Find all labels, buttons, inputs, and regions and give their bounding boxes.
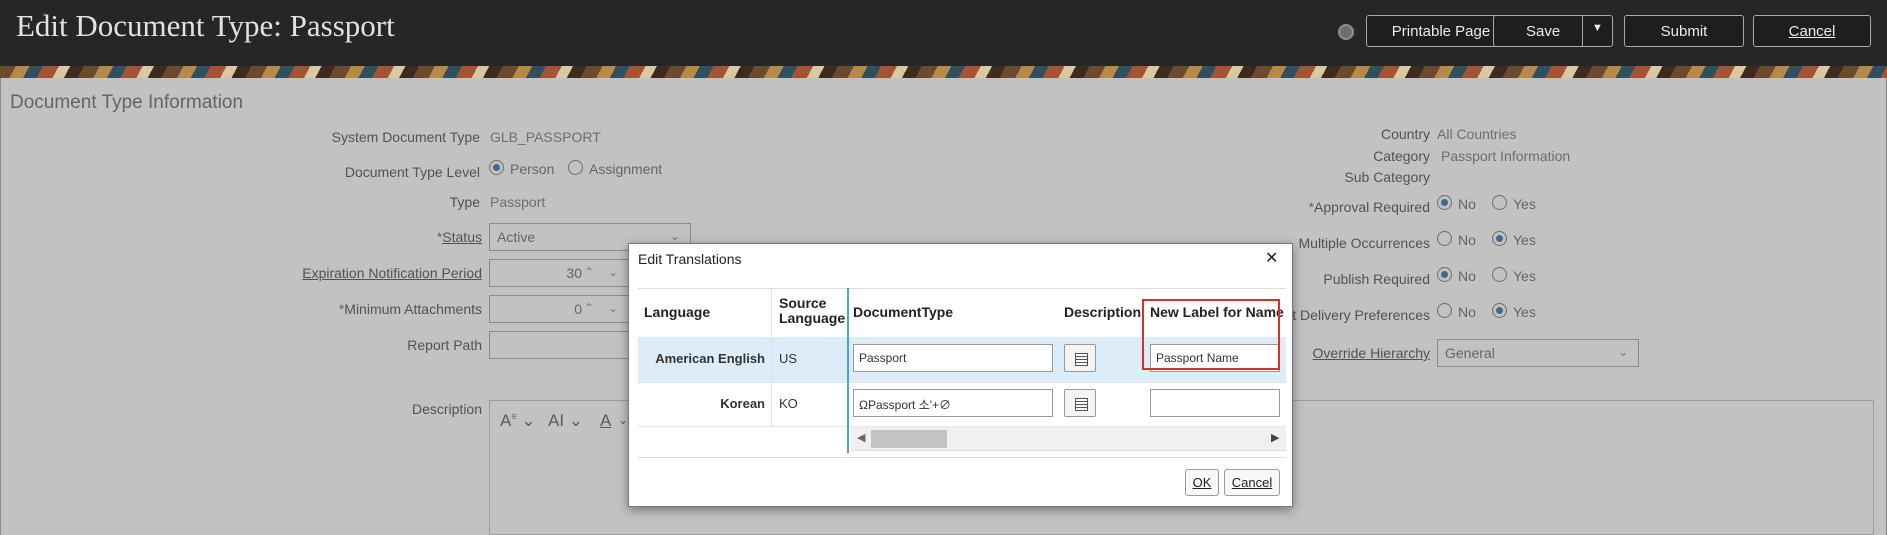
description-editor-icon[interactable] <box>1064 389 1096 417</box>
col-source-language[interactable]: Source Language <box>779 296 845 326</box>
frozen-divider <box>847 288 849 453</box>
horizontal-scrollbar[interactable]: ◀ ▶ <box>851 427 1286 451</box>
col-language[interactable]: Language <box>644 304 710 320</box>
scrollbar-thumb[interactable] <box>871 430 947 448</box>
close-icon[interactable]: ✕ <box>1265 248 1278 268</box>
col-document-type[interactable]: DocumentType <box>853 304 953 320</box>
globe-icon[interactable] <box>1338 24 1354 40</box>
row-source: US <box>779 351 798 366</box>
page-title: Edit Document Type: Passport <box>16 8 395 43</box>
scroll-left-icon[interactable]: ◀ <box>857 431 865 444</box>
row-language: American English <box>655 351 765 366</box>
edit-translations-dialog: Edit Translations ✕ Language Source Lang… <box>628 243 1293 507</box>
description-editor-icon[interactable] <box>1064 344 1096 372</box>
dialog-cancel-button[interactable]: Cancel <box>1224 469 1280 496</box>
col-description[interactable]: Description <box>1064 304 1141 320</box>
save-button[interactable]: Save ▼ <box>1493 15 1613 47</box>
document-type-input[interactable]: ΩPassport 소'+∅ <box>853 389 1053 417</box>
scroll-right-icon[interactable]: ▶ <box>1271 431 1279 444</box>
ok-button[interactable]: OK <box>1185 469 1219 496</box>
header-border <box>638 288 1286 289</box>
col-divider <box>771 288 772 427</box>
row-language: Korean <box>720 396 765 411</box>
dialog-title: Edit Translations <box>638 251 742 267</box>
highlight-box <box>1142 299 1280 370</box>
split-divider <box>1582 16 1583 46</box>
row-source: KO <box>779 396 798 411</box>
new-label-input[interactable] <box>1150 389 1280 417</box>
save-label: Save <box>1526 22 1561 40</box>
document-type-input[interactable]: Passport <box>853 344 1053 372</box>
page-header: Edit Document Type: Passport Printable P… <box>0 0 1887 66</box>
row-border <box>638 382 1286 383</box>
chevron-down-icon[interactable]: ▼ <box>1592 22 1603 34</box>
decorative-banner <box>0 66 1887 78</box>
submit-button[interactable]: Submit <box>1624 15 1744 47</box>
footer-border <box>638 457 1286 458</box>
cancel-button[interactable]: Cancel <box>1753 15 1871 47</box>
